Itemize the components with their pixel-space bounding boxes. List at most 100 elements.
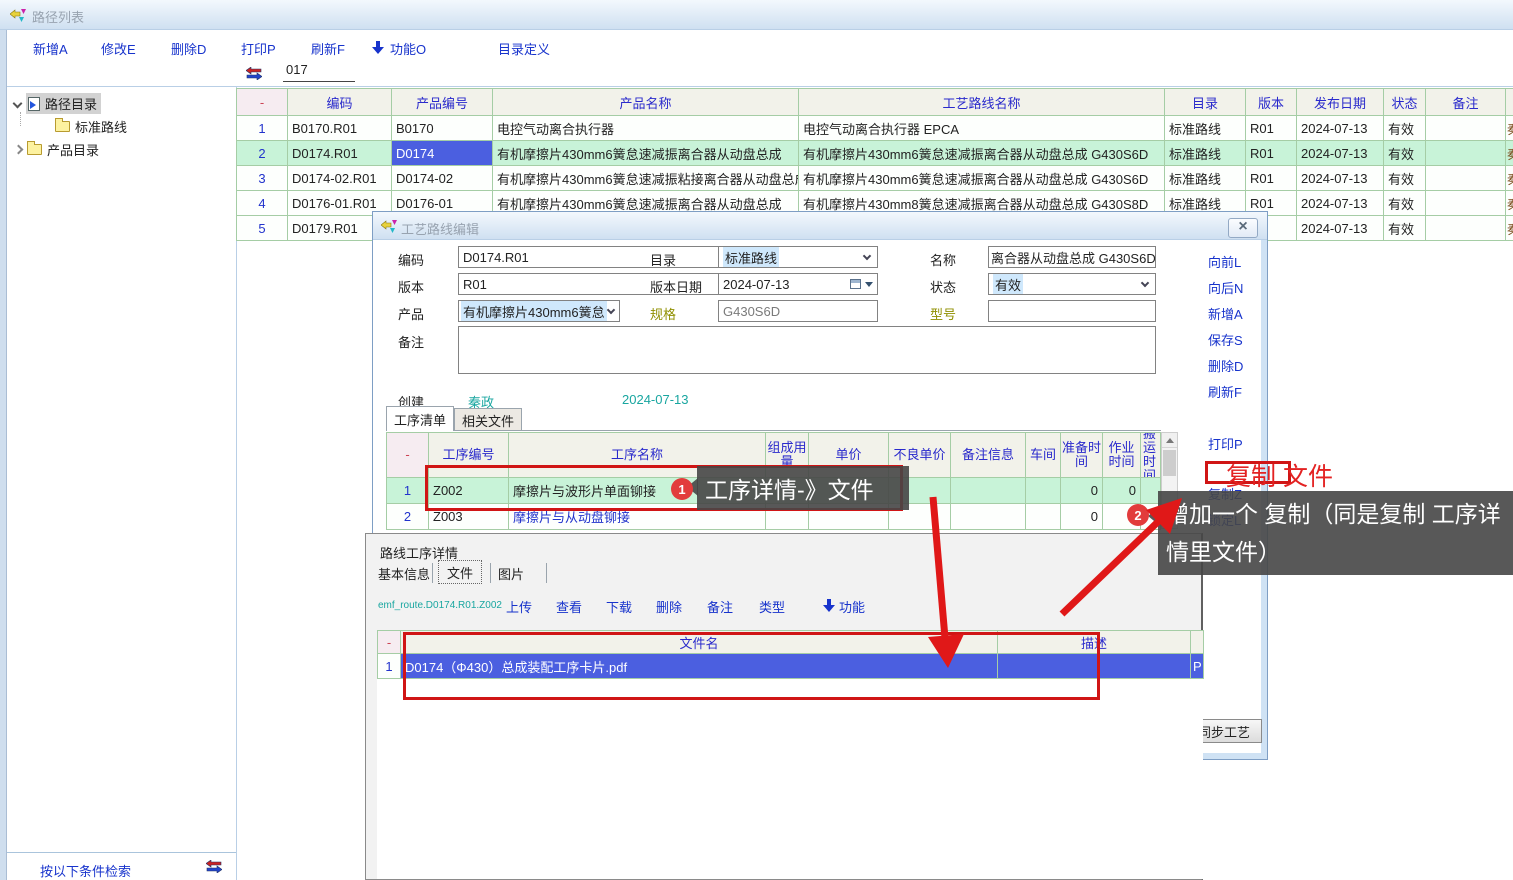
delete-button[interactable]: 删除 [656, 597, 682, 616]
row-number[interactable]: 2 [237, 141, 288, 166]
col-header[interactable]: 产品名称 [493, 89, 799, 116]
tab-operation-list[interactable]: 工序清单 [386, 406, 454, 431]
type-button[interactable]: 类型 [759, 597, 785, 616]
tree-root-path-catalog[interactable]: 路径目录 [14, 93, 101, 114]
func-button[interactable]: 功能O [390, 39, 426, 58]
chevron-down-icon[interactable] [13, 99, 23, 109]
cell-remark-info[interactable] [951, 478, 1026, 504]
func-button[interactable]: 功能 [839, 597, 865, 616]
upload-button[interactable]: 上传 [506, 597, 532, 616]
tab-files[interactable]: 文件 [438, 560, 482, 584]
next-button[interactable]: 向后N [1208, 278, 1243, 297]
cell-code[interactable]: D0174.R01 [288, 141, 392, 166]
cell-code[interactable]: B0170.R01 [288, 116, 392, 141]
download-button[interactable]: 下载 [606, 597, 632, 616]
cell-status[interactable]: 有效 [1384, 191, 1426, 216]
print-button[interactable]: 打印P [241, 39, 276, 58]
col-header[interactable]: - [387, 433, 429, 478]
view-button[interactable]: 查看 [556, 597, 582, 616]
catalog-def-button[interactable]: 目录定义 [498, 39, 550, 58]
delete-button[interactable]: 删除D [171, 39, 206, 58]
name-field[interactable]: 离合器从动盘总成 G430S6D [988, 246, 1156, 268]
cell-remark-info[interactable] [951, 504, 1026, 530]
row-number[interactable]: 1 [378, 654, 401, 679]
cell-status[interactable]: 有效 [1384, 166, 1426, 191]
search-input[interactable]: 017 [283, 62, 355, 82]
cell-route-name[interactable]: 有机摩擦片430mm6簧怠速减振离合器从动盘总成 G430S6D [799, 141, 1165, 166]
row-number[interactable]: 1 [387, 478, 429, 504]
col-header[interactable]: 工艺路线名称 [799, 89, 1165, 116]
cell-product-no[interactable]: D0174-02 [392, 166, 493, 191]
col-header-clipped[interactable]: 搬运时间 [1141, 433, 1161, 478]
chevron-right-icon[interactable] [14, 145, 24, 155]
code-field[interactable]: D0174.R01 [458, 246, 720, 268]
refresh-button[interactable]: 刷新F [1208, 382, 1242, 401]
cell-product-name[interactable]: 有机摩擦片430mm6簧怠速减振离合器从动盘总成 [493, 141, 799, 166]
cell-status[interactable]: 有效 [1384, 116, 1426, 141]
version-date-field[interactable]: 2024-07-13 [718, 273, 878, 295]
cell-status[interactable]: 有效 [1384, 216, 1426, 241]
tab-images[interactable]: 图片 [498, 564, 524, 583]
tab-basic-info[interactable]: 基本信息 [378, 564, 430, 583]
cell-route-name[interactable]: 电控气动离合执行器 EPCA [799, 116, 1165, 141]
cell-remark[interactable] [1426, 116, 1506, 141]
tree-root-label[interactable]: 路径目录 [45, 94, 97, 113]
cell-date[interactable]: 2024-07-13 [1297, 141, 1384, 166]
cell-catalog[interactable]: 标准路线 [1165, 141, 1246, 166]
cell-product-no[interactable]: B0170 [392, 116, 493, 141]
col-header[interactable]: - [237, 89, 288, 116]
row-number[interactable]: 1 [237, 116, 288, 141]
row-number[interactable]: 2 [387, 504, 429, 530]
scrollbar-thumb[interactable] [1163, 450, 1176, 476]
cell-work-time[interactable]: 0 [1103, 478, 1141, 504]
spec-field[interactable]: G430S6D [718, 300, 878, 322]
cell-route-name[interactable]: 有机摩擦片430mm6簧怠速减振离合器从动盘总成 G430S6D [799, 166, 1165, 191]
row-number[interactable]: 5 [237, 216, 288, 241]
swap-icon[interactable] [206, 860, 222, 876]
refresh-button[interactable]: 刷新F [311, 39, 345, 58]
cell-workshop[interactable] [1026, 478, 1061, 504]
save-button[interactable]: 保存S [1208, 330, 1243, 349]
scroll-up-icon[interactable] [1162, 433, 1177, 448]
col-header[interactable]: 准备时间 [1061, 433, 1103, 478]
cell-product-no-selected[interactable]: D0174 [392, 141, 493, 166]
prev-button[interactable]: 向前L [1208, 252, 1241, 271]
swap-icon[interactable] [246, 67, 262, 83]
cell-catalog[interactable]: 标准路线 [1165, 166, 1246, 191]
col-header[interactable]: - [378, 631, 401, 654]
col-header[interactable]: 备注信息 [951, 433, 1026, 478]
tab-related-files[interactable]: 相关文件 [454, 408, 522, 431]
cell-workshop[interactable] [1026, 504, 1061, 530]
cell-remark[interactable] [1426, 191, 1506, 216]
cell-remark[interactable] [1426, 141, 1506, 166]
catalog-dropdown[interactable]: 标准路线 [718, 246, 878, 268]
cell-remark[interactable] [1426, 166, 1506, 191]
cell-date[interactable]: 2024-07-13 [1297, 216, 1384, 241]
print-button[interactable]: 打印P [1208, 434, 1243, 453]
delete-button[interactable]: 删除D [1208, 356, 1243, 375]
col-header[interactable]: 状态 [1384, 89, 1426, 116]
remark-textarea[interactable] [458, 326, 1156, 374]
col-header[interactable]: 备注 [1426, 89, 1506, 116]
cell-code[interactable]: D0174-02.R01 [288, 166, 392, 191]
col-header[interactable]: 版本 [1246, 89, 1297, 116]
tree-item-standard-route[interactable]: 标准路线 [55, 117, 127, 136]
col-header[interactable]: 产品编号 [392, 89, 493, 116]
product-dropdown[interactable]: 有机摩擦片430mm6簧怠 [458, 300, 620, 322]
cell-catalog[interactable]: 标准路线 [1165, 116, 1246, 141]
cell-product-name[interactable]: 有机摩擦片430mm6簧怠速减振粘接离合器从动盘总成 [493, 166, 799, 191]
cell-date[interactable]: 2024-07-13 [1297, 116, 1384, 141]
tree-sibling-label[interactable]: 产品目录 [47, 140, 99, 159]
col-header[interactable]: 编码 [288, 89, 392, 116]
status-dropdown[interactable]: 有效 [988, 273, 1156, 295]
new-button[interactable]: 新增A [33, 39, 68, 58]
search-condition-label[interactable]: 按以下条件检索 [40, 861, 131, 880]
cell-version[interactable]: R01 [1246, 116, 1297, 141]
col-header[interactable]: 发布日期 [1297, 89, 1384, 116]
close-icon[interactable] [1228, 218, 1258, 238]
edit-button[interactable]: 修改E [101, 39, 136, 58]
tree-item-product-catalog[interactable]: 产品目录 [15, 140, 99, 159]
cell-status[interactable]: 有效 [1384, 141, 1426, 166]
cell-prep-time[interactable]: 0 [1061, 504, 1103, 530]
col-header[interactable]: 目录 [1165, 89, 1246, 116]
